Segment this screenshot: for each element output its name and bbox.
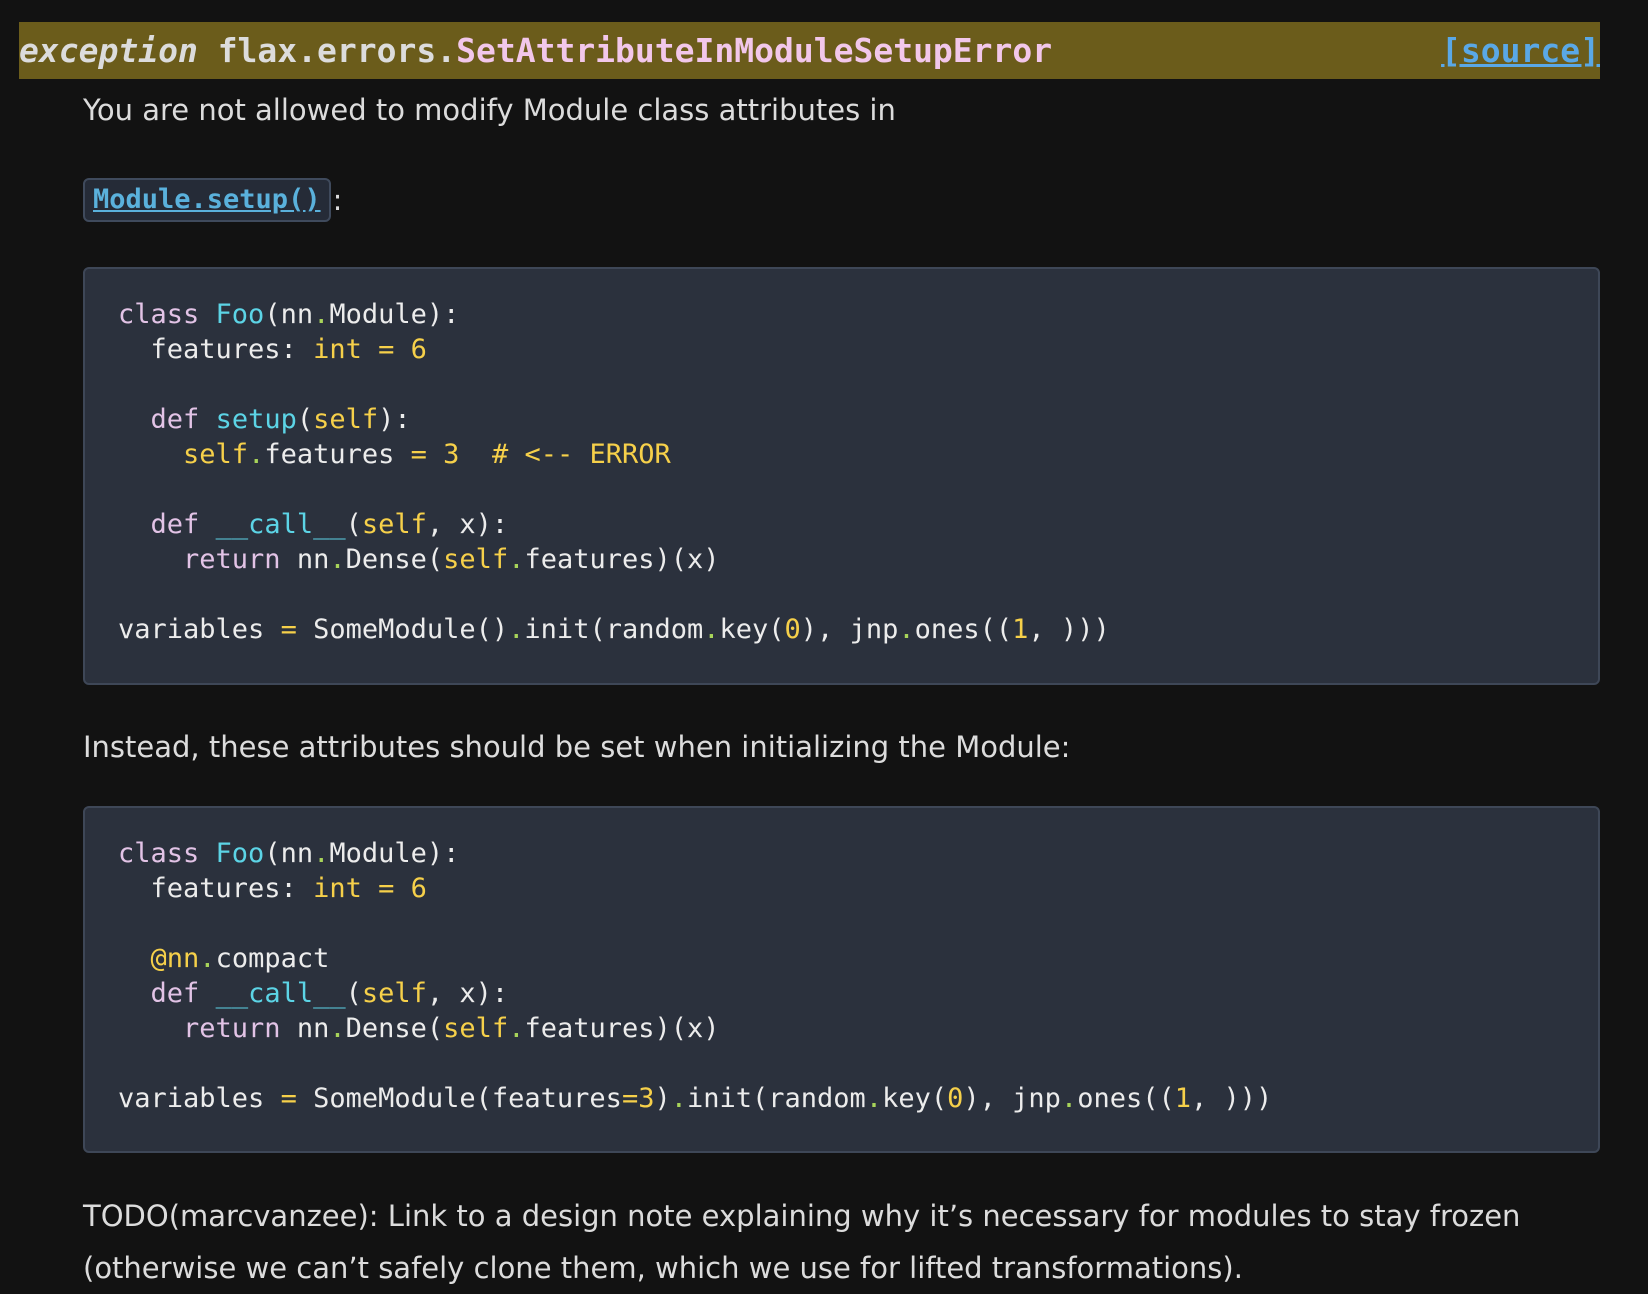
intro-paragraph: You are not allowed to modify Module cla… (83, 93, 896, 127)
exception-name: SetAttributeInModuleSetupError (456, 31, 1053, 70)
code-correct-example: class Foo(nn.Module): features: int = 6 … (118, 838, 1273, 1114)
setup-reference: Module.setup(): (83, 174, 342, 226)
module-setup-link[interactable]: Module.setup() (83, 178, 331, 222)
module-prefix: flax.errors. (217, 31, 457, 70)
exception-keyword: exception (19, 31, 198, 70)
todo-paragraph: TODO(marcvanzee): Link to a design note … (83, 1199, 1521, 1285)
code-block-error-example[interactable]: class Foo(nn.Module): features: int = 6 … (83, 267, 1600, 685)
exception-signature: exception flax.errors.SetAttributeInModu… (19, 22, 1600, 79)
source-link[interactable]: [source] (1441, 22, 1600, 79)
instead-paragraph: Instead, these attributes should be set … (83, 730, 1071, 764)
colon: : (332, 183, 343, 217)
code-error-example: class Foo(nn.Module): features: int = 6 … (118, 299, 1110, 645)
code-block-correct-example[interactable]: class Foo(nn.Module): features: int = 6 … (83, 806, 1600, 1153)
